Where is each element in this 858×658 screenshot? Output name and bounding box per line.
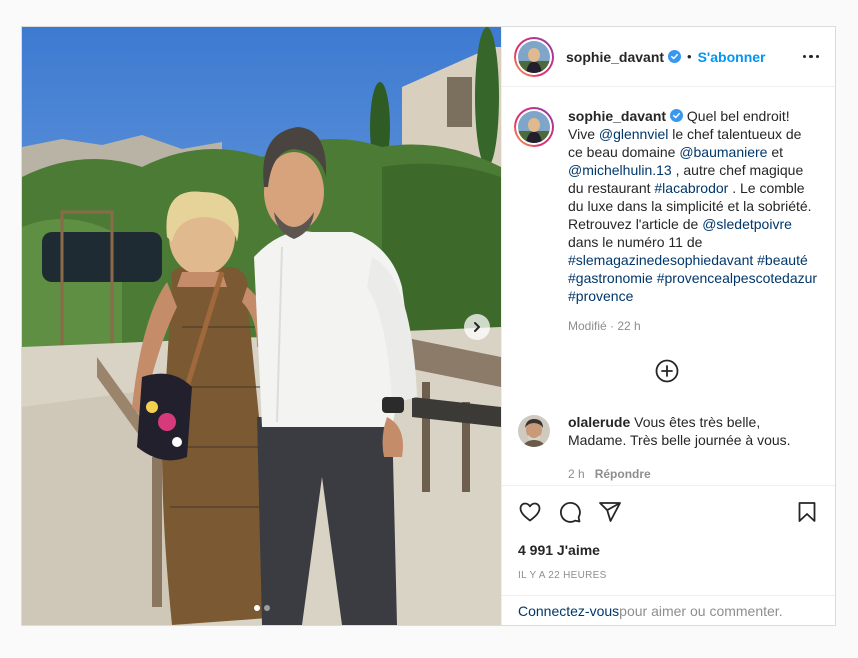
comment-item: olalerude Vous êtes très belle, Madame. …: [514, 413, 819, 483]
hashtag-link[interactable]: #beauté: [757, 252, 808, 268]
author-avatar[interactable]: [514, 36, 554, 77]
header-separator: •: [687, 49, 692, 64]
carousel-dot: [253, 605, 260, 611]
mention-link[interactable]: @baumaniere: [679, 144, 767, 160]
caption: sophie_davant Quel bel endroit! Vive @gl…: [514, 107, 819, 335]
author-username[interactable]: sophie_davant: [566, 49, 664, 65]
avatar-photo: [518, 40, 550, 73]
comment-time: 2 h: [568, 467, 585, 481]
verified-badge-icon: [668, 50, 682, 63]
post-photo[interactable]: [22, 27, 501, 625]
avatar-photo: [518, 415, 550, 447]
avatar-photo: [518, 111, 550, 143]
commenter-avatar[interactable]: [518, 415, 550, 447]
login-link[interactable]: Connectez-vous: [518, 603, 619, 619]
post-timestamp: IL Y A 22 HEURES: [518, 570, 607, 581]
post-sidebar: sophie_davant • S'abonner sophie_davant …: [501, 27, 835, 625]
action-icons: [518, 496, 819, 528]
share-icon[interactable]: [598, 500, 622, 524]
comment-icon[interactable]: [558, 500, 582, 524]
login-prompt-text: pour aimer ou commenter.: [619, 602, 783, 619]
instagram-post: sophie_davant • S'abonner sophie_davant …: [21, 26, 836, 626]
carousel-dot: [263, 605, 270, 611]
carousel-indicator: [22, 605, 501, 611]
hashtag-link[interactable]: #provence: [568, 288, 633, 304]
caption-text: sophie_davant Quel bel endroit! Vive @gl…: [568, 107, 819, 335]
carousel-next-button[interactable]: [464, 314, 490, 340]
caption-meta: Modifié · 22 h: [568, 319, 641, 333]
comment-text: olalerude Vous êtes très belle, Madame. …: [568, 413, 819, 483]
post-header: sophie_davant • S'abonner: [502, 27, 835, 87]
comments-section[interactable]: sophie_davant Quel bel endroit! Vive @gl…: [502, 87, 835, 485]
post-photo-image: [22, 27, 501, 625]
login-prompt: Connectez-vous pour aimer ou commenter.: [502, 595, 835, 625]
likes-count[interactable]: 4 991 J'aime: [518, 542, 819, 558]
caption-avatar[interactable]: [514, 107, 554, 147]
post-actions: 4 991 J'aime IL Y A 22 HEURES: [502, 485, 835, 581]
chevron-right-icon: [474, 322, 480, 332]
reply-button[interactable]: Répondre: [595, 467, 651, 481]
caption-username[interactable]: sophie_davant: [568, 108, 666, 124]
caption-text-segment: et: [767, 144, 784, 160]
commenter-username[interactable]: olalerude: [568, 414, 630, 430]
hashtag-link[interactable]: #provencealpescotedazur: [657, 270, 817, 286]
mention-link[interactable]: @sledetpoivre: [702, 216, 792, 232]
comment-meta: 2 h Répondre: [568, 465, 819, 483]
hashtag-link[interactable]: #lacabrodor: [654, 180, 728, 196]
caption-text-segment: dans le numéro 11 de: [568, 234, 703, 250]
bookmark-icon[interactable]: [795, 500, 819, 524]
follow-button[interactable]: S'abonner: [698, 49, 766, 65]
load-more-comments-button[interactable]: [514, 359, 819, 383]
mention-link[interactable]: @michelhulin.13: [568, 162, 672, 178]
verified-badge-icon: [670, 109, 684, 122]
hashtag-link[interactable]: #gastronomie: [568, 270, 653, 286]
plus-circle-icon: [655, 359, 678, 383]
hashtag-link[interactable]: #slemagazinedesophiedavant: [568, 252, 753, 268]
more-horizontal-icon[interactable]: [802, 51, 819, 63]
mention-link[interactable]: @glennviel: [599, 126, 668, 142]
heart-icon[interactable]: [518, 500, 542, 524]
caption-content: Quel bel endroit! Vive @glennviel le che…: [568, 108, 817, 304]
